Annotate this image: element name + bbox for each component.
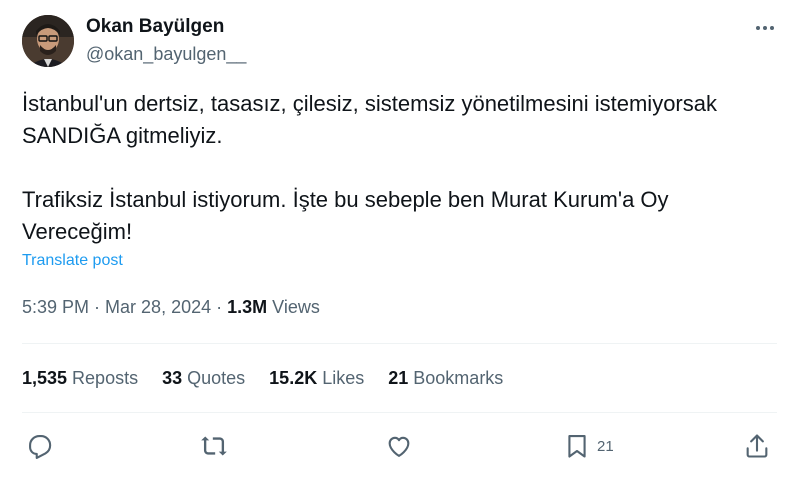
- tweet-line: Vereceğim!: [22, 219, 133, 244]
- tweet-line: Trafiksiz İstanbul istiyorum. İşte bu se…: [22, 187, 669, 212]
- reply-button[interactable]: [26, 431, 54, 461]
- views-label: Views: [267, 297, 320, 317]
- stat-label: Quotes: [182, 368, 246, 388]
- divider: [22, 412, 777, 413]
- translate-post-link[interactable]: Translate post: [22, 252, 123, 270]
- profile-photo-icon: [22, 15, 74, 67]
- share-button[interactable]: [743, 431, 771, 461]
- views-count: 1.3M: [227, 297, 268, 317]
- bookmark-icon: [568, 435, 586, 458]
- stat-count: 1,535: [22, 368, 68, 388]
- repost-button[interactable]: [200, 431, 228, 461]
- tweet-time[interactable]: 5:39 PM: [22, 297, 89, 317]
- stat-reposts[interactable]: 1,535 Reposts: [22, 368, 138, 389]
- display-name[interactable]: Okan Bayülgen: [86, 16, 224, 38]
- meta-separator: ·: [89, 297, 106, 317]
- bookmark-count: 21: [597, 437, 614, 455]
- stat-count: 15.2K: [269, 368, 318, 388]
- reply-icon: [29, 435, 52, 459]
- stat-label: Bookmarks: [408, 368, 504, 388]
- tweet-date[interactable]: Mar 28, 2024: [105, 297, 211, 317]
- stat-count: 33: [162, 368, 183, 388]
- engagement-stats: 1,535 Reposts 33 Quotes 15.2K Likes 21 Book…: [22, 368, 527, 389]
- tweet-text: İstanbul'un dertsiz, tasasız, çilesiz, s…: [22, 88, 782, 248]
- stat-count: 21: [388, 368, 409, 388]
- tweet-line: SANDIĞA gitmeliyiz.: [22, 123, 223, 148]
- stat-label: Likes: [317, 368, 365, 388]
- stat-likes[interactable]: 15.2K Likes: [269, 368, 364, 389]
- bookmark-button[interactable]: 21: [563, 431, 614, 461]
- stat-bookmarks[interactable]: 21 Bookmarks: [388, 368, 503, 389]
- more-options-icon[interactable]: [752, 18, 778, 38]
- stat-quotes[interactable]: 33 Quotes: [162, 368, 245, 389]
- heart-icon: [388, 436, 410, 457]
- like-button[interactable]: [385, 431, 413, 461]
- divider: [22, 343, 777, 344]
- share-icon: [746, 434, 768, 458]
- meta-separator: ·: [211, 297, 228, 317]
- avatar[interactable]: [22, 15, 74, 67]
- repost-icon: [201, 436, 227, 456]
- tweet-meta: 5:39 PM · Mar 28, 2024 · 1.3M Views: [22, 297, 320, 318]
- user-handle[interactable]: @okan_bayulgen__: [86, 44, 246, 65]
- stat-label: Reposts: [67, 368, 139, 388]
- tweet-line: İstanbul'un dertsiz, tasasız, çilesiz, s…: [22, 91, 717, 116]
